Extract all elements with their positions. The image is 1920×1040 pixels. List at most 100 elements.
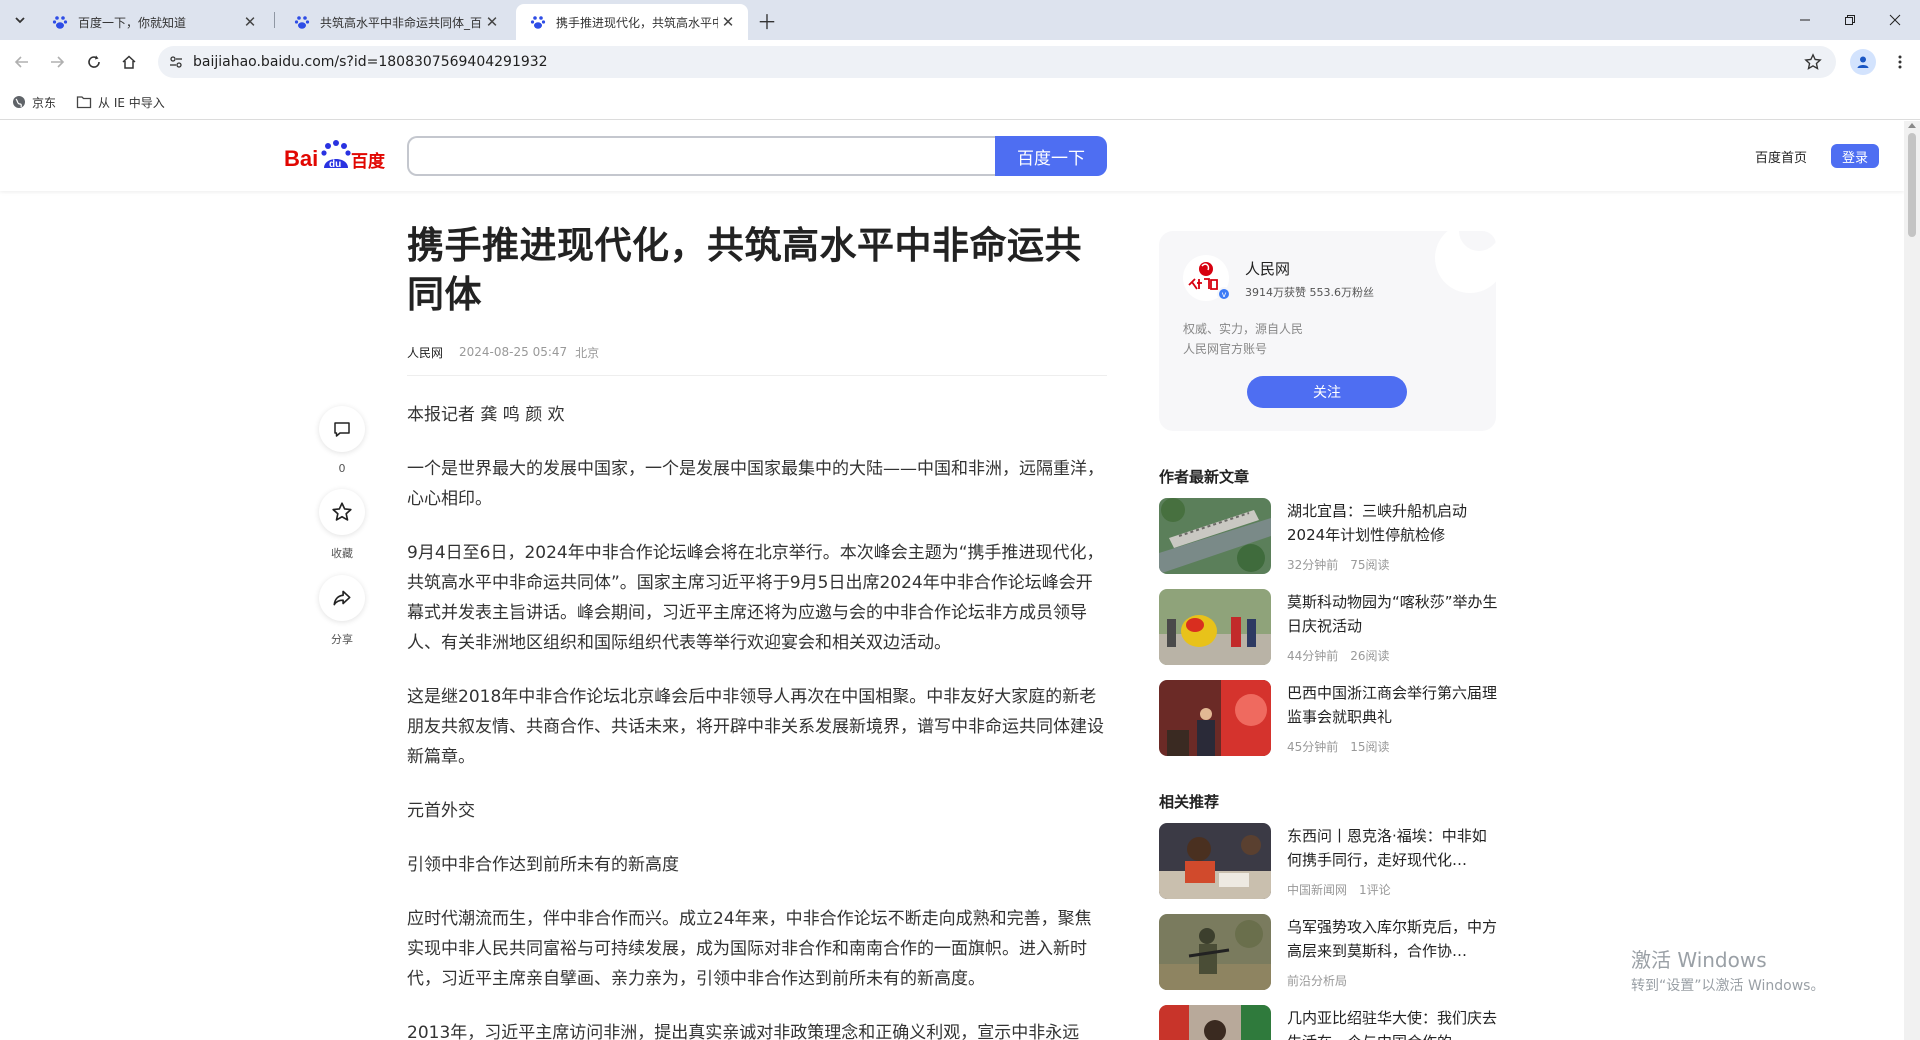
tab-strip: 百度一下，你就知道 ✕ 共筑高水平中非命运共同体_百度 ✕ 携手推进现代化，共筑… [0, 0, 1920, 40]
paragraph: 引领中非合作达到前所未有的新高度 [407, 855, 679, 875]
search-input[interactable] [407, 136, 997, 176]
site-info-icon[interactable] [168, 54, 184, 70]
comment-icon [334, 422, 350, 437]
card-source: 中国新闻网 [1287, 883, 1348, 897]
card-title[interactable]: 湖北宜昌：三峡升船机启动2024年计划性停航检修 [1287, 499, 1499, 547]
url-text[interactable]: baijiahao.baidu.com/s?id=180830756940429… [193, 46, 548, 78]
reload-button[interactable] [82, 50, 106, 74]
scroll-up-arrow-icon[interactable] [1908, 123, 1916, 128]
author-description: 权威、实力，源自人民 人民网官方账号 [1183, 319, 1303, 359]
scrollbar-thumb[interactable] [1908, 133, 1916, 237]
comment-count: 0 [338, 462, 346, 475]
card-title[interactable]: 乌军强势攻入库尔斯克后，中方高层来到莫斯科，合作协… [1287, 915, 1499, 963]
tab-baidu-home[interactable]: 百度一下，你就知道 ✕ [38, 4, 270, 40]
page-scrollbar[interactable] [1904, 121, 1920, 1040]
close-window-button[interactable] [1880, 6, 1910, 34]
profile-avatar[interactable] [1850, 49, 1876, 75]
share-button[interactable] [319, 575, 365, 621]
article-source[interactable]: 人民网 [407, 344, 443, 361]
card-meta: 中国新闻网 1评论 [1287, 881, 1403, 898]
soldier-thumbnail [1159, 914, 1271, 990]
search-button[interactable]: 百度一下 [995, 136, 1107, 176]
article-body: 本报记者 龚 鸣 颜 欢 一个是世界最大的发展中国家，一个是发展中国家最集中的大… [407, 400, 1107, 1040]
author-avatar[interactable]: v [1183, 255, 1231, 301]
related-article-card[interactable]: 几内亚比绍驻华大使：我们庆去生活在一个与中国合作的… [1159, 1005, 1499, 1040]
bookmark-label: 从 IE 中导入 [98, 95, 165, 110]
page-viewport: Bai du 百度 百度一下 百度首页 登录 0 收藏 分享 携手推进现代化，共… [0, 121, 1904, 1040]
browser-menu-button[interactable] [1888, 50, 1912, 74]
tab-search-button[interactable] [8, 8, 32, 32]
card-title[interactable]: 东西问丨恩克洛·福埃：中非如何携手同行，走好现代化… [1287, 824, 1499, 872]
card-reads: 75阅读 [1350, 558, 1390, 572]
restore-button[interactable] [1835, 6, 1865, 34]
share-label: 分享 [331, 633, 353, 646]
latest-article-card[interactable]: 巴西中国浙江商会举行第六届理监事会就职典礼 45分钟前 15阅读 [1159, 680, 1499, 756]
card-meta: 32分钟前 75阅读 [1287, 556, 1402, 573]
arrow-right-icon [51, 56, 65, 68]
article-thumbnail[interactable] [1159, 914, 1271, 990]
card-meta: 44分钟前 26阅读 [1287, 647, 1402, 664]
card-reads: 26阅读 [1350, 649, 1390, 663]
article-time: 2024-08-25 05:47 [459, 345, 568, 359]
back-button[interactable] [10, 50, 34, 74]
minimize-button[interactable] [1790, 6, 1820, 34]
user-icon [1857, 56, 1869, 68]
browser-toolbar: baijiahao.baidu.com/s?id=180830756940429… [0, 40, 1920, 84]
lion-dance-thumbnail [1159, 589, 1271, 665]
related-article-card[interactable]: 东西问丨恩克洛·福埃：中非如何携手同行，走好现代化… 中国新闻网 1评论 [1159, 823, 1499, 899]
reload-icon [88, 55, 100, 68]
bookmark-label: 京东 [32, 95, 57, 110]
article-thumbnail[interactable] [1159, 823, 1271, 899]
tab-article[interactable]: 携手推进现代化，共筑高水平中非 ✕ [516, 4, 748, 40]
card-title[interactable]: 巴西中国浙江商会举行第六届理监事会就职典礼 [1287, 681, 1499, 729]
card-title[interactable]: 几内亚比绍驻华大使：我们庆去生活在一个与中国合作的… [1287, 1006, 1499, 1040]
follow-button[interactable]: 关注 [1247, 376, 1407, 408]
related-article-card[interactable]: 乌军强势攻入库尔斯克后，中方高层来到莫斯科，合作协… 前沿分析局 [1159, 914, 1499, 990]
paragraph: 元首外交 [407, 801, 475, 821]
bookmark-jd[interactable]: 京东 [12, 92, 56, 112]
close-tab-icon[interactable]: ✕ [482, 12, 502, 32]
card-title[interactable]: 莫斯科动物园为“喀秋莎”举办生日庆祝活动 [1287, 590, 1499, 638]
article-thumbnail[interactable] [1159, 589, 1271, 665]
home-button[interactable] [117, 50, 141, 74]
collect-action[interactable]: 收藏 [318, 489, 366, 561]
bookmark-ie-import[interactable]: 从 IE 中导入 [76, 92, 165, 112]
baidu-logo[interactable]: Bai du 百度 [284, 138, 388, 174]
ceremony-thumbnail [1159, 680, 1271, 756]
latest-article-card[interactable]: 莫斯科动物园为“喀秋莎”举办生日庆祝活动 44分钟前 26阅读 [1159, 589, 1499, 665]
star-icon [332, 502, 352, 521]
share-icon [333, 590, 351, 606]
latest-article-card[interactable]: 湖北宜昌：三峡升船机启动2024年计划性停航检修 32分钟前 75阅读 [1159, 498, 1499, 574]
card-meta: 45分钟前 15阅读 [1287, 738, 1402, 755]
close-tab-icon[interactable]: ✕ [240, 12, 260, 32]
close-icon [1889, 14, 1901, 26]
card-time: 32分钟前 [1287, 558, 1339, 572]
tab-search-result[interactable]: 共筑高水平中非命运共同体_百度 ✕ [280, 4, 512, 40]
tab-separator [274, 12, 275, 28]
article-thumbnail[interactable] [1159, 1005, 1271, 1040]
author-name[interactable]: 人民网 [1245, 258, 1290, 279]
share-action[interactable]: 分享 [318, 575, 366, 647]
arrow-left-icon [14, 56, 28, 68]
article-thumbnail[interactable] [1159, 498, 1271, 574]
new-tab-button[interactable]: ＋ [755, 8, 779, 34]
baidu-home-link[interactable]: 百度首页 [1755, 147, 1807, 166]
comment-button[interactable] [319, 406, 365, 452]
card-reads: 15阅读 [1350, 740, 1390, 754]
svg-text:du: du [329, 159, 341, 170]
tab-title: 百度一下，你就知道 [78, 15, 187, 30]
card-source: 前沿分析局 [1287, 974, 1348, 988]
bookmark-star-icon[interactable] [1804, 53, 1822, 71]
login-button[interactable]: 登录 [1831, 144, 1879, 168]
comment-action[interactable]: 0 [318, 406, 366, 475]
meta-divider [407, 375, 1107, 376]
collect-button[interactable] [319, 489, 365, 535]
article-thumbnail[interactable] [1159, 680, 1271, 756]
close-tab-icon[interactable]: ✕ [718, 12, 738, 32]
forward-button[interactable] [45, 50, 69, 74]
related-heading: 相关推荐 [1159, 793, 1220, 811]
globe-icon [13, 96, 25, 108]
ambassador-thumbnail [1159, 1005, 1271, 1040]
address-bar[interactable]: baijiahao.baidu.com/s?id=180830756940429… [158, 46, 1836, 78]
collect-label: 收藏 [331, 547, 353, 560]
